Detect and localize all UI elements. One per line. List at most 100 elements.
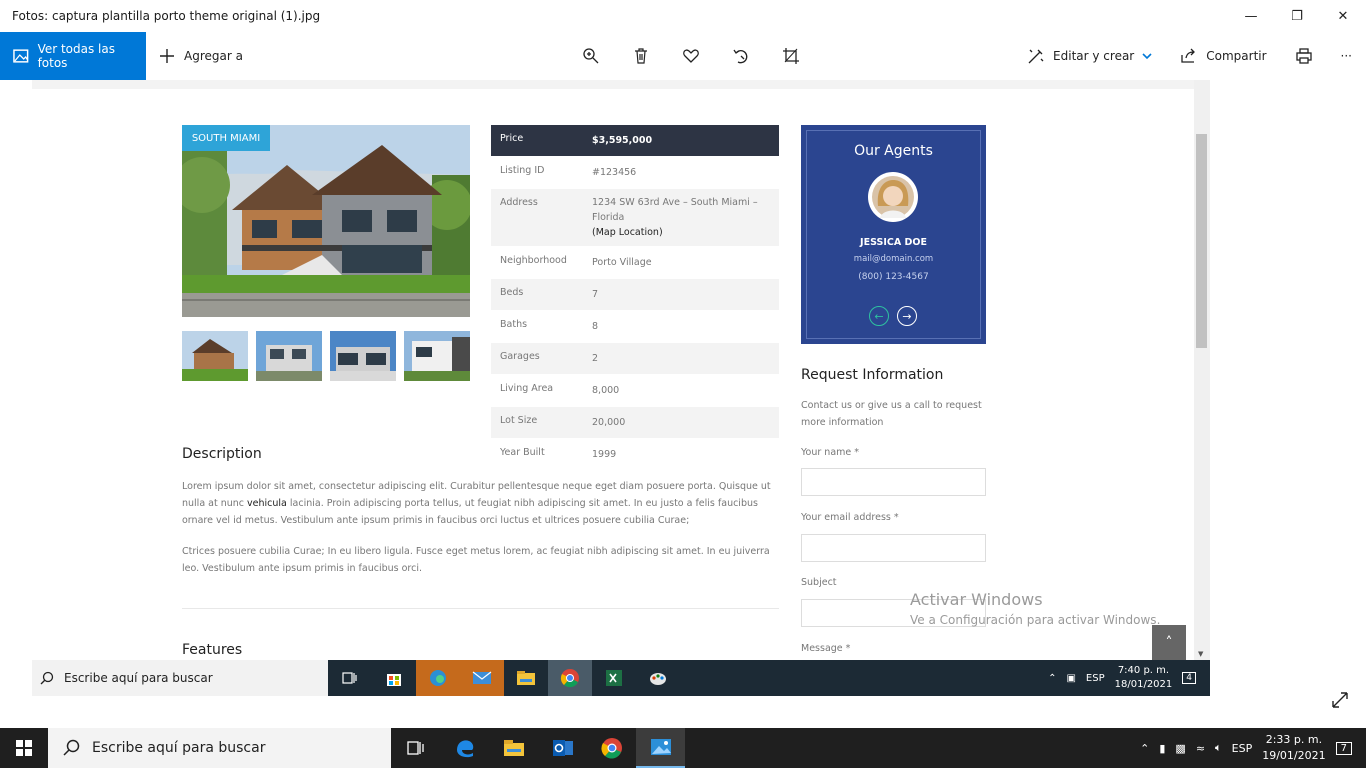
minimize-button[interactable]: —: [1228, 0, 1274, 32]
outlook-button[interactable]: [538, 728, 587, 768]
maximize-button[interactable]: ❐: [1274, 0, 1320, 32]
spec-row-address: Address 1234 SW 63rd Ave – South Miami –…: [491, 189, 779, 247]
spec-value: 20,000: [592, 417, 626, 428]
avatar: [868, 172, 918, 222]
system-tray: ⌃ ▮ ▩ ≈ 🔈︎ ESP 2:33 p. m. 19/01/2021 7: [1140, 728, 1366, 768]
agent-email[interactable]: mail@domain.com: [801, 254, 986, 264]
view-all-photos-button[interactable]: Ver todas las fotos: [0, 32, 146, 80]
chrome-button[interactable]: [587, 728, 636, 768]
agents-heading: Our Agents: [854, 143, 933, 159]
spec-row: Living Area 8,000: [491, 375, 779, 407]
description-title: Description: [182, 446, 262, 462]
add-to-button[interactable]: Agregar a: [158, 47, 243, 65]
heart-icon: [683, 49, 699, 63]
start-button[interactable]: [0, 728, 48, 768]
share-icon: [1181, 48, 1196, 63]
date: 19/01/2021: [1262, 749, 1326, 762]
crop-icon: [783, 48, 799, 64]
description-paragraph-2: Ctrices posuere cubilia Curae; In eu lib…: [182, 546, 770, 574]
photo-thumbnails: [182, 331, 470, 381]
spec-key: Garages: [500, 351, 540, 362]
crop-button[interactable]: [766, 32, 816, 80]
thumbnail-house-1: [182, 331, 248, 381]
name-field[interactable]: [801, 468, 986, 496]
arrow-left-icon[interactable]: ←: [869, 306, 889, 326]
photos-button[interactable]: [636, 728, 685, 768]
rotate-button[interactable]: [716, 32, 766, 80]
spec-key: Lot Size: [500, 415, 538, 426]
store-icon: [372, 660, 416, 696]
spec-value: 2: [592, 353, 599, 364]
spec-value: 1999: [592, 449, 617, 460]
arrow-right-icon[interactable]: →: [897, 306, 917, 326]
task-view-icon: [406, 741, 424, 755]
spec-value: $3,595,000: [592, 135, 653, 146]
more-options-button[interactable]: ···: [1327, 32, 1366, 80]
spec-value: 8: [592, 321, 599, 332]
captured-language: ESP: [1085, 672, 1105, 684]
captured-notification-icon: 4: [1182, 672, 1196, 684]
rotate-icon: [733, 49, 748, 64]
spec-value: 7: [592, 289, 599, 300]
captured-network-icon: ▣: [1066, 672, 1076, 684]
language-indicator[interactable]: ESP: [1232, 742, 1253, 755]
agent-name: JESSICA DOE: [860, 237, 927, 248]
thumbnail-2[interactable]: [256, 331, 322, 381]
taskbar-search-box[interactable]: Escribe aquí para buscar: [48, 728, 391, 768]
thumbnail-3[interactable]: [330, 331, 396, 381]
battery-icon[interactable]: ▩: [1175, 742, 1185, 755]
spec-key: Year Built: [500, 447, 545, 458]
favorite-button[interactable]: [666, 32, 716, 80]
window-title: Fotos: captura plantilla porto theme ori…: [12, 9, 321, 23]
edit-create-label: Editar y crear: [1053, 49, 1135, 63]
zoom-button[interactable]: [566, 32, 616, 80]
name-label: Your name *: [801, 447, 860, 458]
property-main-photo[interactable]: [182, 125, 470, 317]
time: 2:33 p. m.: [1265, 733, 1323, 746]
scroll-to-top-button[interactable]: ˄: [1152, 625, 1186, 661]
page-top-edge: [32, 80, 1194, 89]
chevron-up-icon[interactable]: ⌃: [1140, 742, 1149, 755]
description-paragraph-1: Lorem ipsum dolor sit amet, consectetur …: [182, 478, 776, 529]
close-button[interactable]: ✕: [1320, 0, 1366, 32]
location-badge: SOUTH MIAMI: [182, 125, 270, 151]
share-button[interactable]: Compartir: [1166, 32, 1280, 80]
folder-icon: [503, 740, 524, 756]
spec-key: Living Area: [500, 383, 554, 394]
mail-icon: [460, 660, 504, 696]
file-explorer-button[interactable]: [489, 728, 538, 768]
paint-icon: [636, 660, 680, 696]
captured-taskbar: Escribe aquí para buscar ⌃ ▣ ESP 7:40 p.…: [32, 660, 1210, 696]
thumbnail-house-3: [330, 331, 396, 381]
edit-create-button[interactable]: Editar y crear: [1013, 32, 1166, 80]
edge-icon: [456, 740, 473, 758]
subject-label: Subject: [801, 577, 837, 588]
chrome-icon: [600, 738, 622, 759]
spec-key: Listing ID: [500, 165, 545, 176]
wifi-icon[interactable]: ≈: [1196, 742, 1205, 755]
desc-bold-word: vehicula: [247, 498, 287, 509]
right-tools: Editar y crear Compartir ···: [1013, 32, 1366, 80]
thumbnail-house-4: [404, 331, 470, 381]
thumbnail-1[interactable]: [182, 331, 248, 381]
expand-icon[interactable]: [1330, 690, 1350, 710]
print-button[interactable]: [1281, 32, 1327, 80]
os-taskbar: Escribe aquí para buscar ⌃ ▮ ▩ ≈ 🔈︎ ESP …: [0, 728, 1366, 768]
volume-icon[interactable]: 🔈︎: [1215, 741, 1222, 755]
request-title: Request Information: [801, 367, 944, 383]
message-label: Message *: [801, 643, 851, 654]
spec-row: Lot Size 20,000: [491, 407, 779, 439]
activate-windows-watermark: Activar Windows Ve a Configuración para …: [910, 590, 1160, 627]
email-field[interactable]: [801, 534, 986, 562]
notification-icon[interactable]: 7: [1335, 741, 1352, 755]
map-location-link[interactable]: (Map Location): [592, 225, 779, 240]
task-view-button[interactable]: [391, 728, 440, 768]
edge-button[interactable]: [440, 728, 489, 768]
share-label: Compartir: [1206, 49, 1267, 63]
agent-carousel-nav: ← →: [869, 306, 917, 326]
delete-button[interactable]: [616, 32, 666, 80]
app-toolbar: Ver todas las fotos Agregar a Editar y c…: [0, 32, 1366, 80]
clock[interactable]: 2:33 p. m. 19/01/2021: [1262, 732, 1325, 764]
thumbnail-4[interactable]: [404, 331, 470, 381]
search-icon: [63, 739, 80, 756]
